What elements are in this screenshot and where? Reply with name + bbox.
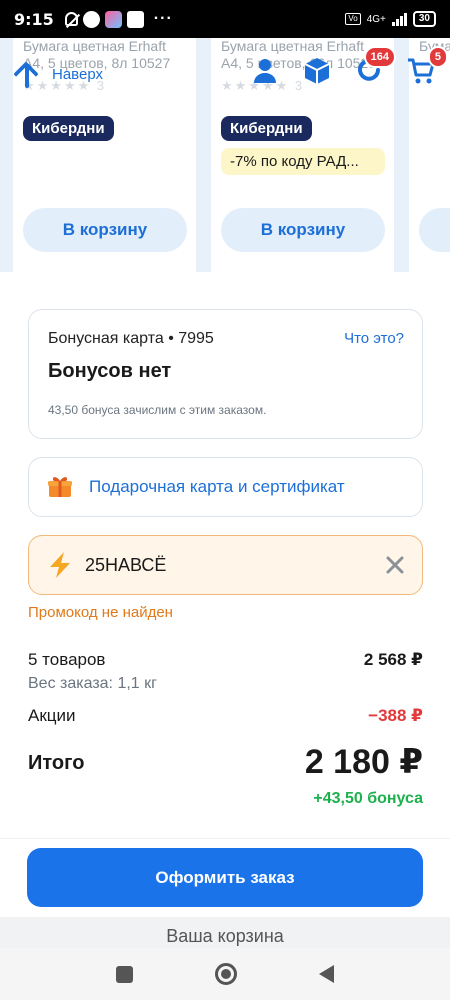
favorites-icon[interactable]: 164 <box>354 46 396 86</box>
status-indicators: Vo 4G+ 30 <box>345 11 436 27</box>
add-to-cart-button[interactable] <box>419 208 450 252</box>
favorites-count-badge: 164 <box>363 46 396 68</box>
app-notification-icon-2 <box>104 10 122 28</box>
more-notifications-icon: ··· <box>153 10 173 27</box>
total-value: 2 180 ₽ <box>304 743 423 781</box>
promo-code-field[interactable] <box>28 535 423 595</box>
back-icon[interactable] <box>319 965 334 983</box>
cart-count-badge: 5 <box>427 46 448 68</box>
add-to-cart-button[interactable]: В корзину <box>23 208 187 252</box>
recent-apps-icon[interactable] <box>116 965 133 983</box>
battery-icon: 30 <box>412 11 436 27</box>
total-bonus: +43,50 бонуса <box>313 790 423 807</box>
promo-code-input[interactable] <box>85 554 365 576</box>
gift-card-button[interactable]: Подарочная карта и сертификат <box>28 457 423 517</box>
gift-card-label: Подарочная карта и сертификат <box>89 477 345 496</box>
system-nav-bar <box>0 948 450 1000</box>
orders-box-icon[interactable] <box>302 56 332 86</box>
discount-row: Акции −388 ₽ <box>28 706 423 726</box>
bonus-note: 43,50 бонуса зачислим с этим заказом. <box>48 403 267 417</box>
bonus-card: Бонусная карта • 7995 Что это? Бонусов н… <box>28 309 423 439</box>
status-bar: 9:15 ··· Vo 4G+ 30 <box>0 0 450 38</box>
bottom-tab-bar: Ваша корзина <box>0 917 450 949</box>
checkout-bar: Оформить заказ Ваша корзина <box>0 838 450 949</box>
checkout-summary: Бонусная карта • 7995 Что это? Бонусов н… <box>0 282 450 838</box>
items-value: 2 568 ₽ <box>363 650 423 669</box>
discount-value: −388 ₽ <box>368 706 423 725</box>
total-label: Итого <box>28 752 85 774</box>
gift-icon <box>48 477 72 497</box>
status-time: 9:15 <box>14 9 54 29</box>
bonus-help-link[interactable]: Что это? <box>344 330 404 347</box>
lightning-icon <box>50 552 70 578</box>
promo-error-message: Промокод не найден <box>28 604 173 621</box>
signal-icon <box>391 12 407 26</box>
items-row: 5 товаров 2 568 ₽ <box>28 650 423 670</box>
bonus-status: Бонусов нет <box>48 360 172 382</box>
app-notification-icon <box>82 10 100 28</box>
discount-label: Акции <box>28 706 76 725</box>
cyberdays-badge: Кибердни <box>221 116 312 141</box>
scroll-to-top-label: Наверх <box>52 65 103 83</box>
muted-bell-icon <box>64 12 78 26</box>
volte-icon: Vo <box>345 13 361 25</box>
order-weight: Вес заказа: 1,1 кг <box>28 675 157 692</box>
promo-code-tag: -7% по коду РАД... <box>221 148 385 175</box>
checkout-button[interactable]: Оформить заказ <box>27 848 423 907</box>
close-icon[interactable] <box>384 554 406 576</box>
cart-icon[interactable]: 5 <box>406 46 448 86</box>
items-label: 5 товаров <box>28 650 106 669</box>
add-to-cart-button[interactable]: В корзину <box>221 208 385 252</box>
cyberdays-badge: Кибердни <box>23 116 114 141</box>
home-icon[interactable] <box>215 963 237 985</box>
profile-icon[interactable] <box>250 56 280 86</box>
bonus-card-title: Бонусная карта • 7995 <box>48 330 214 347</box>
network-type: 4G+ <box>366 13 386 25</box>
arrow-up-icon <box>14 60 40 88</box>
cart-tab-label[interactable]: Ваша корзина <box>166 926 284 949</box>
header-icons: 164 5 <box>250 46 448 86</box>
tools-notification-icon <box>126 10 144 28</box>
scroll-to-top-link[interactable]: Наверх <box>14 60 103 88</box>
